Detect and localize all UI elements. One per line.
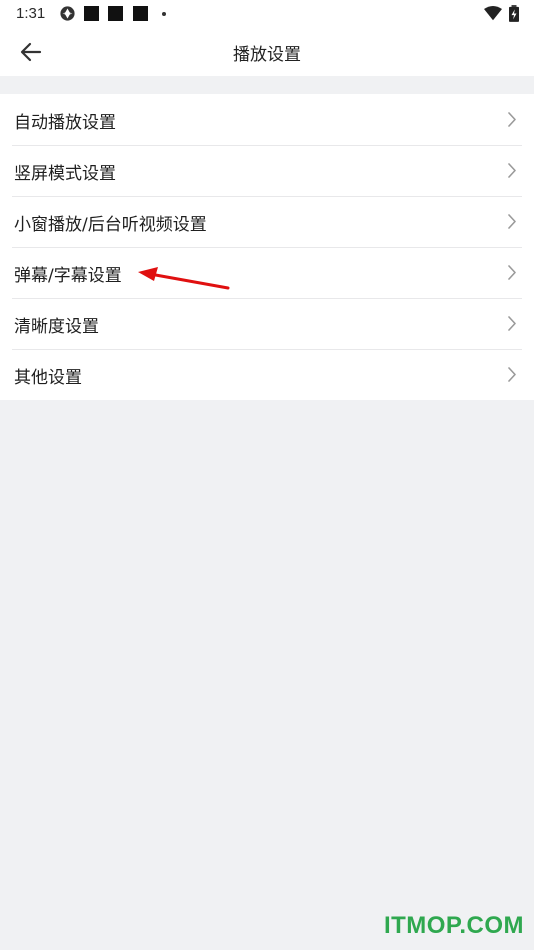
settings-item-label: 清晰度设置 xyxy=(14,317,99,337)
chevron-right-icon xyxy=(508,367,516,382)
settings-item-mini-window[interactable]: 小窗播放/后台听视频设置 xyxy=(0,196,534,247)
status-bar: 1:31 xyxy=(0,0,534,28)
settings-item-label: 弹幕/字幕设置 xyxy=(14,266,122,286)
more-dot-icon xyxy=(162,12,166,16)
notification-square-icon xyxy=(133,6,148,21)
settings-list: 自动播放设置 竖屏模式设置 小窗播放/后台听视频设置 弹幕/字幕设置 清晰度设置 xyxy=(0,94,534,400)
chevron-right-icon xyxy=(508,163,516,178)
settings-item-label: 竖屏模式设置 xyxy=(14,164,116,184)
notification-square-icon xyxy=(108,6,123,21)
notification-square-icon xyxy=(84,6,99,21)
chevron-right-icon xyxy=(508,112,516,127)
chevron-right-icon xyxy=(508,265,516,280)
settings-item-label: 其他设置 xyxy=(14,368,82,388)
settings-item-danmaku-subtitle[interactable]: 弹幕/字幕设置 xyxy=(0,247,534,298)
wifi-icon xyxy=(484,6,502,21)
app-header: 播放设置 xyxy=(0,28,534,76)
battery-charging-icon xyxy=(509,5,519,22)
settings-item-autoplay[interactable]: 自动播放设置 xyxy=(0,94,534,145)
chevron-right-icon xyxy=(508,316,516,331)
status-time: 1:31 xyxy=(16,5,46,22)
settings-item-resolution[interactable]: 清晰度设置 xyxy=(0,298,534,349)
settings-item-other[interactable]: 其他设置 xyxy=(0,349,534,400)
settings-item-label: 小窗播放/后台听视频设置 xyxy=(14,215,207,235)
page-title: 播放设置 xyxy=(233,45,301,65)
watermark: ITMOP.COM xyxy=(383,912,524,939)
settings-item-portrait-mode[interactable]: 竖屏模式设置 xyxy=(0,145,534,196)
chevron-right-icon xyxy=(508,214,516,229)
aperture-icon xyxy=(60,6,75,21)
settings-item-label: 自动播放设置 xyxy=(14,113,116,133)
play-settings-screen: 1:31 播放设置 自动播放设置 竖屏模式设置 小窗播放/后台听视频设置 弹幕/… xyxy=(0,0,534,950)
